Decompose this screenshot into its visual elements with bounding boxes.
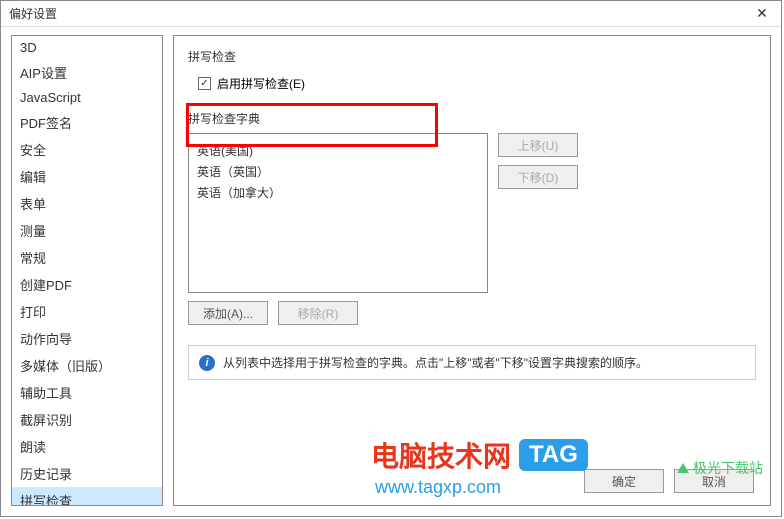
titlebar: 偏好设置 ✕ [1,1,781,27]
sidebar-item[interactable]: 测量 [12,217,162,244]
sidebar-item[interactable]: 朗读 [12,433,162,460]
main-panel: 拼写检查 ✓ 启用拼写检查(E) 拼写检查字典 英语(美国)英语（英国）英语（加… [173,35,771,506]
preferences-window: 偏好设置 ✕ 3DAIP设置JavaScriptPDF签名安全编辑表单测量常规创… [0,0,782,517]
sidebar-item[interactable]: 多媒体（旧版） [12,352,162,379]
close-icon: ✕ [756,5,768,22]
enable-spellcheck-checkbox[interactable]: ✓ [198,77,211,90]
dictionary-list[interactable]: 英语(美国)英语（英国）英语（加拿大） [188,133,488,293]
sidebar-item[interactable]: 常规 [12,244,162,271]
ok-button[interactable]: 确定 [584,469,664,493]
info-icon: i [199,355,215,371]
sidebar-item[interactable]: AIP设置 [12,59,162,86]
spellcheck-group-label: 拼写检查 [188,48,756,65]
sidebar-item[interactable]: JavaScript [12,86,162,109]
dictionary-group-label: 拼写检查字典 [188,110,756,127]
enable-spellcheck-label: 启用拼写检查(E) [217,75,305,92]
sidebar-item[interactable]: 历史记录 [12,460,162,487]
sidebar-item[interactable]: 打印 [12,298,162,325]
cancel-button[interactable]: 取消 [674,469,754,493]
sidebar-item[interactable]: PDF签名 [12,109,162,136]
info-bar: i 从列表中选择用于拼写检查的字典。点击"上移"或者"下移"设置字典搜索的顺序。 [188,345,756,380]
sidebar-item[interactable]: 辅助工具 [12,379,162,406]
enable-spellcheck-row[interactable]: ✓ 启用拼写检查(E) [188,71,756,96]
sidebar-item[interactable]: 拼写检查 [12,487,162,506]
window-title: 偏好设置 [9,5,57,22]
sidebar-item[interactable]: 安全 [12,136,162,163]
move-up-button[interactable]: 上移(U) [498,133,578,157]
add-dictionary-button[interactable]: 添加(A)... [188,301,268,325]
sidebar-item[interactable]: 创建PDF [12,271,162,298]
sidebar-item[interactable]: 截屏识别 [12,406,162,433]
dictionary-item[interactable]: 英语（加拿大） [197,182,479,203]
dictionary-area: 英语(美国)英语（英国）英语（加拿大） 上移(U) 下移(D) [188,133,756,293]
sidebar-item[interactable]: 3D [12,36,162,59]
dialog-footer-buttons: 确定 取消 [584,469,754,493]
sidebar-item[interactable]: 编辑 [12,163,162,190]
dictionary-order-buttons: 上移(U) 下移(D) [498,133,578,293]
remove-dictionary-button[interactable]: 移除(R) [278,301,358,325]
dictionary-item[interactable]: 英语（英国） [197,161,479,182]
sidebar-item[interactable]: 动作向导 [12,325,162,352]
dictionary-item[interactable]: 英语(美国) [197,140,479,161]
category-sidebar[interactable]: 3DAIP设置JavaScriptPDF签名安全编辑表单测量常规创建PDF打印动… [11,35,163,506]
content-area: 3DAIP设置JavaScriptPDF签名安全编辑表单测量常规创建PDF打印动… [1,27,781,516]
close-button[interactable]: ✕ [749,4,775,24]
move-down-button[interactable]: 下移(D) [498,165,578,189]
dictionary-manage-buttons: 添加(A)... 移除(R) [188,301,756,325]
info-text: 从列表中选择用于拼写检查的字典。点击"上移"或者"下移"设置字典搜索的顺序。 [223,354,648,371]
sidebar-item[interactable]: 表单 [12,190,162,217]
